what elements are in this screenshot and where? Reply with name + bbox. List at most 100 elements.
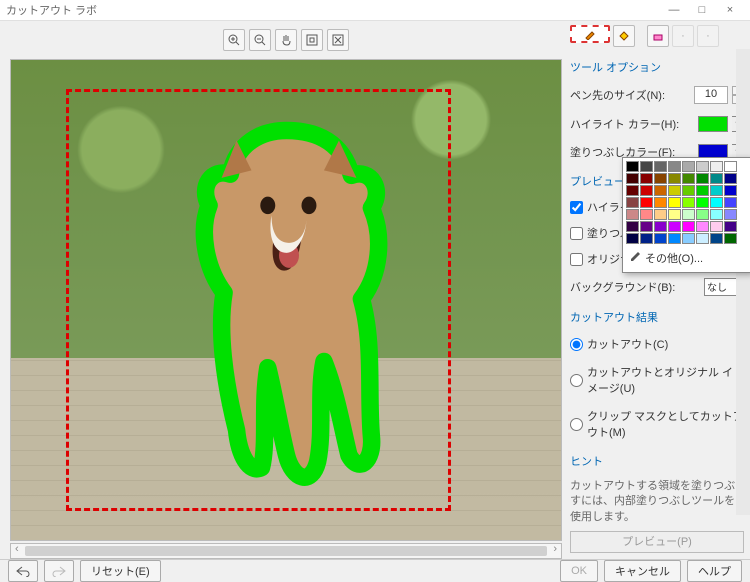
palette-color[interactable] [640,233,653,244]
palette-color[interactable] [710,161,723,172]
palette-color[interactable] [682,233,695,244]
palette-color[interactable] [626,233,639,244]
hint-text: カットアウトする領域を塗りつぶすには、内部塗りつぶしツールを使用します。 [570,479,744,525]
horizontal-scrollbar[interactable] [10,543,562,559]
radio-cutout-orig[interactable] [570,374,583,387]
close-button[interactable]: × [716,0,744,20]
eraser-tool-icon[interactable] [647,25,669,47]
pen-size-input[interactable]: 10 [694,86,728,104]
group-hint: ヒント [570,453,744,469]
palette-color[interactable] [724,209,737,220]
pan-icon[interactable] [275,29,297,51]
radio-clipmask[interactable] [570,418,583,431]
palette-color[interactable] [696,197,709,208]
palette-color[interactable] [710,197,723,208]
palette-color[interactable] [682,161,695,172]
palette-color[interactable] [682,173,695,184]
subject-dog [138,118,435,493]
background-label: バックグラウンド(B): [570,279,700,295]
palette-color[interactable] [654,233,667,244]
palette-color[interactable] [668,209,681,220]
palette-color[interactable] [724,185,737,196]
undo-button[interactable] [8,560,38,582]
chk-show-highlight[interactable] [570,201,583,214]
eyedropper-icon [629,251,641,266]
palette-color[interactable] [640,197,653,208]
palette-color[interactable] [654,185,667,196]
palette-color[interactable] [668,173,681,184]
palette-color[interactable] [626,221,639,232]
palette-color[interactable] [724,173,737,184]
highlight-color-swatch[interactable] [698,116,728,132]
cancel-button[interactable]: キャンセル [604,560,681,582]
radio-cutout[interactable] [570,338,583,351]
palette-color[interactable] [696,185,709,196]
tool-extra2-icon[interactable]: · [697,25,719,47]
maximize-button[interactable]: □ [688,0,716,20]
palette-color[interactable] [668,197,681,208]
palette-color[interactable] [724,233,737,244]
palette-color[interactable] [710,221,723,232]
palette-color[interactable] [626,197,639,208]
fill-tool-icon[interactable] [613,25,635,47]
palette-color[interactable] [696,173,709,184]
redo-button[interactable] [44,560,74,582]
pen-size-label: ペン先のサイズ(N): [570,87,690,103]
window-title: カットアウト ラボ [6,2,660,18]
palette-color[interactable] [654,209,667,220]
preview-button[interactable]: プレビュー(P) [570,531,744,553]
palette-color[interactable] [626,161,639,172]
palette-color[interactable] [710,173,723,184]
zoom-out-icon[interactable] [249,29,271,51]
vertical-scrollbar[interactable] [736,49,750,515]
palette-color[interactable] [654,221,667,232]
canvas[interactable] [10,59,562,541]
zoom-in-icon[interactable] [223,29,245,51]
palette-color[interactable] [710,209,723,220]
palette-color[interactable] [682,209,695,220]
palette-color[interactable] [626,173,639,184]
highlight-color-label: ハイライト カラー(H): [570,116,694,132]
ok-button[interactable]: OK [560,560,598,582]
palette-color[interactable] [696,209,709,220]
palette-more[interactable]: その他(O)... [626,247,748,269]
palette-color[interactable] [710,185,723,196]
palette-color[interactable] [668,221,681,232]
palette-color[interactable] [654,197,667,208]
palette-color[interactable] [682,197,695,208]
reset-button[interactable]: リセット(E) [80,560,161,582]
palette-color[interactable] [696,161,709,172]
group-tool-options: ツール オプション [570,59,744,75]
palette-color[interactable] [654,161,667,172]
actual-size-icon[interactable] [327,29,349,51]
canvas-toolbar [10,29,562,55]
palette-color[interactable] [724,221,737,232]
palette-color[interactable] [626,185,639,196]
palette-color[interactable] [654,173,667,184]
color-palette-popup: その他(O)... [622,157,750,273]
palette-color[interactable] [724,197,737,208]
palette-color[interactable] [668,233,681,244]
palette-color[interactable] [640,185,653,196]
help-button[interactable]: ヘルプ [687,560,742,582]
palette-color[interactable] [640,209,653,220]
fit-icon[interactable] [301,29,323,51]
palette-color[interactable] [710,233,723,244]
chk-show-fill[interactable] [570,227,583,240]
palette-color[interactable] [668,185,681,196]
palette-color[interactable] [682,221,695,232]
palette-color[interactable] [724,161,737,172]
palette-color[interactable] [668,161,681,172]
palette-color[interactable] [682,185,695,196]
palette-color[interactable] [696,233,709,244]
minimize-button[interactable]: — [660,0,688,20]
palette-color[interactable] [640,173,653,184]
highlight-tool-icon[interactable] [570,25,610,43]
chk-show-original[interactable] [570,253,583,266]
palette-color[interactable] [626,209,639,220]
palette-color[interactable] [640,161,653,172]
group-result: カットアウト結果 [570,309,744,325]
palette-color[interactable] [696,221,709,232]
tool-extra1-icon[interactable]: · [672,25,694,47]
palette-color[interactable] [640,221,653,232]
